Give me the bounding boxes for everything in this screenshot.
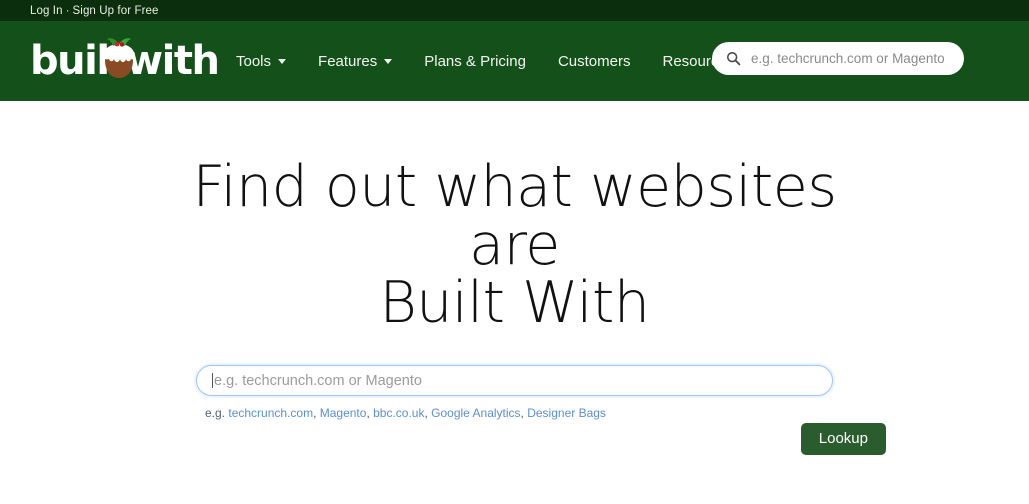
page-title: Find out what websites are Built With: [165, 158, 865, 332]
example-links: e.g. techcrunch.com, Magento, bbc.co.uk,…: [205, 406, 606, 420]
example-link-designer-bags[interactable]: Designer Bags: [527, 406, 606, 420]
lookup-button-row: Lookup: [196, 423, 886, 455]
example-link-google-analytics[interactable]: Google Analytics: [431, 406, 520, 420]
example-link-magento[interactable]: Magento: [320, 406, 367, 420]
nav-item-features[interactable]: Features: [302, 45, 408, 78]
site-logo[interactable]: builtwith: [30, 36, 220, 86]
page-title-line-2: Built With: [379, 270, 650, 336]
nav-links: Tools Features Plans & Pricing Customers…: [220, 45, 765, 78]
lookup-button[interactable]: Lookup: [800, 423, 886, 455]
log-in-link[interactable]: Log In: [30, 5, 63, 17]
examples-prefix: e.g.: [205, 406, 226, 420]
top-utility-bar: Log In · Sign Up for Free: [0, 0, 1029, 21]
nav-item-label: Tools: [236, 52, 272, 70]
account-links: Log In · Sign Up for Free: [30, 5, 158, 17]
header-search-box[interactable]: [712, 42, 964, 75]
example-link-bbc[interactable]: bbc.co.uk: [373, 406, 424, 420]
text-cursor: [212, 373, 213, 388]
nav-item-label: Plans & Pricing: [424, 52, 526, 70]
christmas-pudding-icon: [103, 38, 135, 78]
main-navigation-bar: builtwith Tools Features Plans & Pricing: [0, 21, 1029, 101]
chevron-down-icon: [384, 58, 393, 64]
example-link-techcrunch[interactable]: techcrunch.com: [228, 406, 313, 420]
nav-item-label: Customers: [557, 52, 631, 70]
sign-up-link[interactable]: Sign Up for Free: [73, 5, 159, 17]
search-icon: [726, 51, 741, 66]
main-search-box[interactable]: [196, 365, 833, 396]
nav-item-label: Features: [318, 52, 378, 70]
chevron-down-icon: [278, 58, 287, 64]
nav-item-customers[interactable]: Customers: [542, 45, 647, 78]
nav-item-plans-pricing[interactable]: Plans & Pricing: [408, 45, 542, 78]
hero-section: Find out what websites are Built With e.…: [0, 101, 1029, 455]
header-search-input[interactable]: [751, 51, 950, 66]
page-title-line-1: Find out what websites are: [192, 154, 837, 278]
link-separator: ·: [65, 4, 70, 17]
nav-item-tools[interactable]: Tools: [220, 45, 302, 78]
lookup-form: e.g. techcrunch.com, Magento, bbc.co.uk,…: [196, 365, 886, 455]
main-search-input[interactable]: [214, 372, 817, 389]
